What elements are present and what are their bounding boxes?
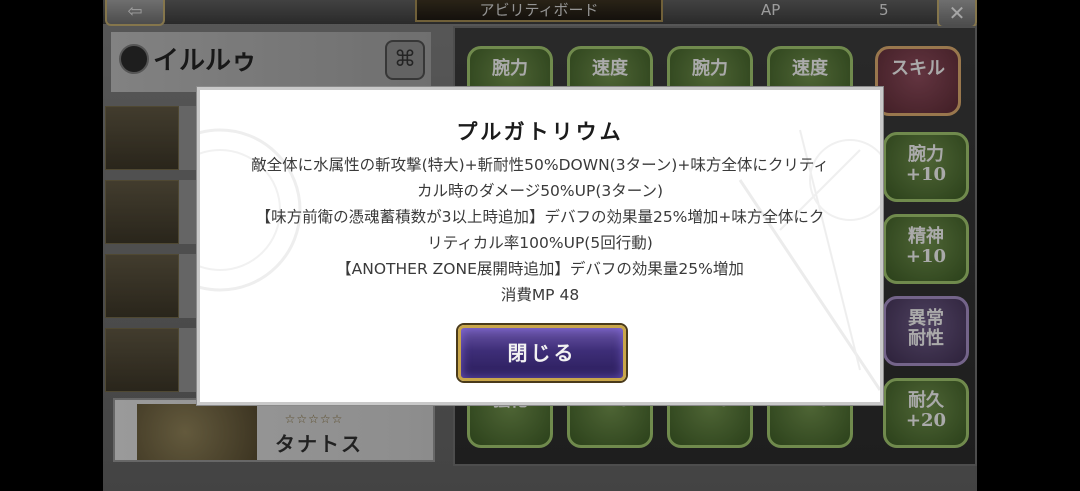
skill-detail-modal: プルガトリウム 敵全体に水属性の斬攻撃(特大)+斬耐性50%DOWN(3ターン)… [197,87,883,405]
description-line: カル時のダメージ50%UP(3ターン) [416,182,664,200]
skill-title: プルガトリウム [456,119,624,144]
mp-cost: 消費MP 48 [500,286,580,304]
close-button[interactable]: 閉じる [458,325,626,381]
description-line: 【味方前衛の憑魂蓄積数が3以上時追加】デバフの効果量25%増加+味方全体にク [255,208,825,226]
description-line: リティカル率100%UP(5回行動) [427,234,653,252]
description-line: 敵全体に水属性の斬攻撃(特大)+斬耐性50%DOWN(3ターン)+味方全体にクリ… [251,156,829,174]
skill-description: 敵全体に水属性の斬攻撃(特大)+斬耐性50%DOWN(3ターン)+味方全体にクリ… [200,152,880,308]
description-line: 【ANOTHER ZONE展開時追加】デバフの効果量25%増加 [336,260,744,278]
